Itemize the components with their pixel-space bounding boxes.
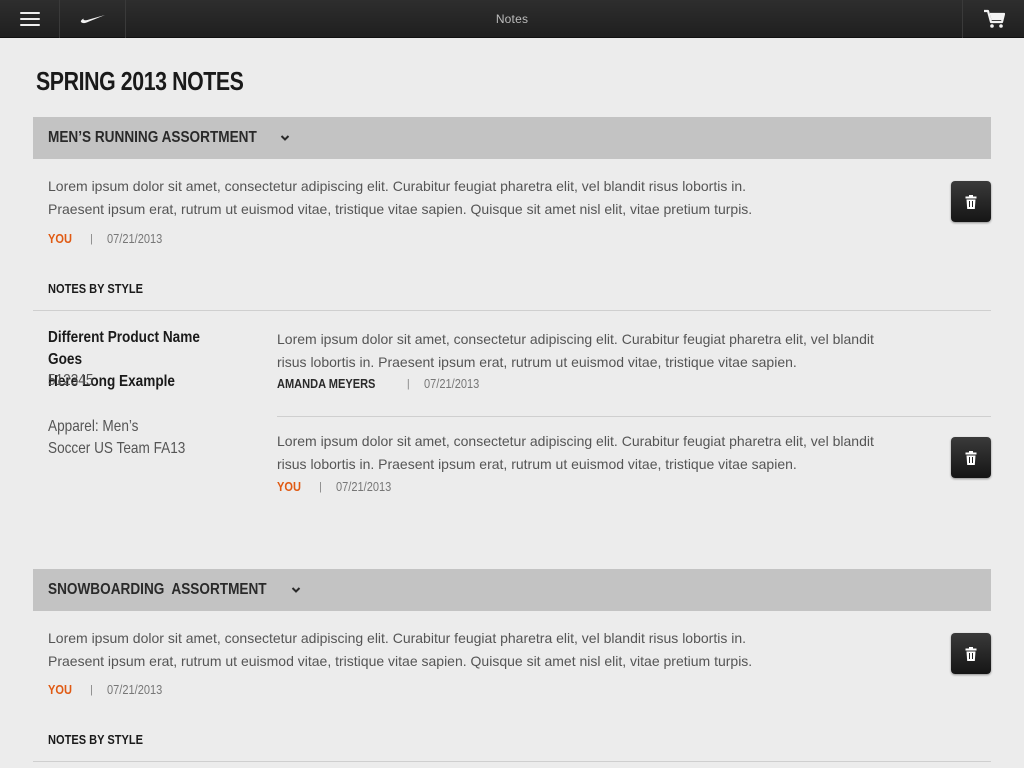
note-line: Lorem ipsum dolor sit amet, consectetur … [277,433,874,449]
divider [33,310,991,311]
note-author: AMANDA MEYERS [277,376,376,391]
note-date: 07/21/2013 [423,376,479,391]
meta-separator: | [406,377,410,390]
note-line: risus lobortis in. Praesent ipsum erat, … [277,455,797,472]
section-note: Lorem ipsum dolor sit amet, consectetur … [48,627,928,672]
swoosh-logo [80,15,105,24]
note-author: YOU [277,479,301,494]
section-header-mens-running[interactable]: MEN’S RUNNING ASSORTMENT [33,117,991,159]
note-line: Lorem ipsum dolor sit amet, consectetur … [48,630,746,646]
note-meta: YOU | 07/21/2013 [48,231,172,246]
note-date: 07/21/2013 [336,479,392,494]
divider [33,761,991,762]
meta-separator: | [90,232,94,245]
product-id: 512345 [48,372,94,389]
note-date: 07/21/2013 [107,682,163,697]
note-line: Lorem ipsum dolor sit amet, consectetur … [48,178,746,194]
divider [277,416,991,417]
product-category-line: Apparel: Men’s [48,418,139,435]
meta-separator: | [90,683,94,696]
product-category-line: Soccer US Team FA13 [48,440,186,457]
product-category: Apparel: Men’s Soccer US Team FA13 [48,416,218,460]
top-bar: Notes [0,0,1024,38]
style-note-meta: AMANDA MEYERS | 07/21/2013 [277,376,489,391]
note-author: YOU [48,682,72,697]
delete-note-button[interactable] [951,181,991,222]
meta-separator: | [319,480,323,493]
note-meta: YOU | 07/21/2013 [48,682,172,697]
page-title: SPRING 2013 NOTES [36,66,244,96]
note-line: Praesent ipsum erat, rutrum ut euismod v… [48,652,753,669]
note-line: risus lobortis in. Praesent ipsum erat, … [277,353,797,370]
delete-style-note-button[interactable] [951,437,991,478]
chevron-down-icon [280,135,289,141]
style-note: Lorem ipsum dolor sit amet, consectetur … [277,328,917,373]
window-title: Notes [495,12,529,26]
notes-by-style-heading: NOTES BY STYLE [48,281,143,296]
section-note: Lorem ipsum dolor sit amet, consectetur … [48,175,928,220]
menu-button[interactable] [0,0,60,38]
hamburger-icon [19,12,40,26]
note-author: YOU [48,231,72,246]
style-note-meta: YOU | 07/21/2013 [277,479,401,494]
product-name-line: Different Product Name Goes [48,329,200,368]
trash-icon [965,646,977,661]
cart-button[interactable] [962,0,1024,38]
style-note: Lorem ipsum dolor sit amet, consectetur … [277,430,917,475]
chevron-down-icon [291,587,301,593]
note-line: Praesent ipsum erat, rutrum ut euismod v… [48,200,753,217]
trash-icon [965,450,977,465]
section-header-label: MEN’S RUNNING ASSORTMENT [48,129,257,146]
logo-button[interactable] [60,0,126,38]
section-header-label: SNOWBOARDING ASSORTMENT [48,581,267,598]
trash-icon [965,194,977,209]
delete-note-button[interactable] [951,633,991,674]
cart-icon [983,9,1005,28]
notes-by-style-heading: NOTES BY STYLE [48,732,143,747]
section-header-snowboarding[interactable]: SNOWBOARDING ASSORTMENT [33,569,991,611]
note-line: Lorem ipsum dolor sit amet, consectetur … [277,331,874,347]
note-date: 07/21/2013 [107,231,163,246]
